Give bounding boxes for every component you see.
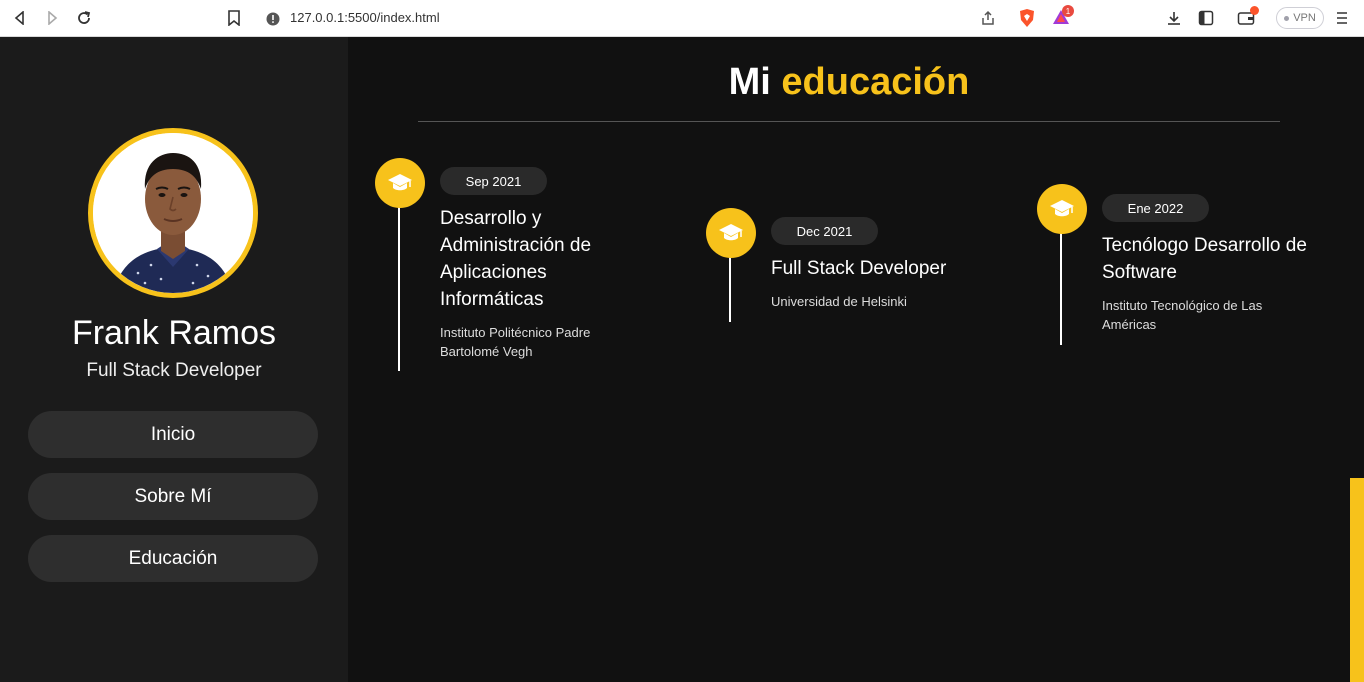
education-degree: Full Stack Developer — [771, 258, 947, 279]
profile-photo — [93, 133, 253, 293]
info-icon[interactable] — [266, 11, 280, 30]
browser-toolbar: 127.0.0.1:5500/index.html 1 VPN — [0, 0, 1364, 37]
graduation-cap-icon — [375, 158, 425, 208]
vpn-label: VPN — [1293, 12, 1316, 24]
brave-shield-icon[interactable] — [1018, 8, 1036, 32]
reload-icon[interactable] — [74, 8, 94, 28]
profile-name: Frank Ramos — [71, 314, 277, 352]
nav-sobre-mi-button[interactable]: Sobre Mí — [28, 473, 318, 520]
section-title-prefix: Mi — [728, 61, 771, 103]
url-text: 127.0.0.1:5500/index.html — [290, 10, 440, 25]
profile-role: Full Stack Developer — [86, 360, 262, 381]
address-bar[interactable]: 127.0.0.1:5500/index.html 1 — [256, 4, 1080, 32]
section-title-accent: educación — [781, 61, 970, 103]
notification-badge: 1 — [1062, 5, 1074, 17]
back-icon[interactable] — [10, 8, 30, 28]
share-icon[interactable] — [980, 10, 996, 30]
wallet-badge — [1250, 6, 1259, 15]
nav-inicio-button[interactable]: Inicio — [28, 411, 318, 458]
education-date: Dec 2021 — [771, 217, 878, 245]
education-school: Instituto Tecnológico de Las Américas — [1102, 298, 1263, 332]
graduation-cap-icon — [1037, 184, 1087, 234]
forward-icon[interactable] — [42, 8, 62, 28]
section-title: Mi educación — [348, 61, 1350, 104]
vpn-button[interactable]: VPN — [1276, 7, 1324, 29]
education-school: Universidad de Helsinki — [771, 294, 907, 309]
wallet-icon[interactable] — [1236, 6, 1259, 28]
education-degree: Desarrollo y Administración de Aplicacio… — [440, 208, 592, 310]
vpn-status-dot — [1284, 15, 1290, 21]
sidebar: Frank Ramos Full Stack Developer Inicio … — [0, 37, 348, 682]
timeline-line — [398, 181, 400, 371]
education-degree: Tecnólogo Desarrollo de Software — [1102, 235, 1307, 283]
sidebar-toggle-icon[interactable] — [1196, 8, 1216, 28]
title-divider — [418, 121, 1280, 122]
avatar — [88, 128, 258, 298]
scrollbar-thumb[interactable] — [1350, 478, 1364, 682]
education-date: Ene 2022 — [1102, 194, 1209, 222]
bookmark-icon[interactable] — [224, 8, 244, 28]
graduation-cap-icon — [706, 208, 756, 258]
rewards-icon[interactable]: 1 — [1052, 5, 1074, 29]
education-school: Instituto Politécnico Padre Bartolomé Ve… — [440, 325, 591, 359]
education-date: Sep 2021 — [440, 167, 547, 195]
nav-educacion-button[interactable]: Educación — [28, 535, 318, 582]
menu-icon[interactable] — [1332, 8, 1352, 28]
education-section: Mi educación Sep 2021 Desarrollo y Admin… — [348, 37, 1350, 682]
download-icon[interactable] — [1164, 8, 1184, 28]
